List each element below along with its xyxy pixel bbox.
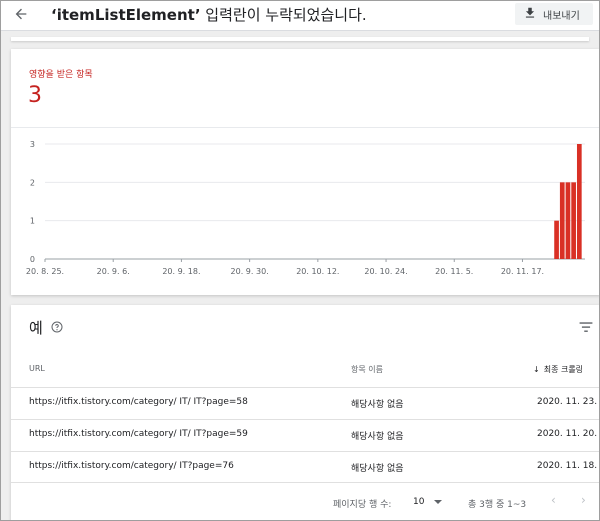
arrow-left-icon[interactable] (13, 6, 29, 22)
x-tick-label: 20. 8. 25. (26, 267, 64, 276)
y-tick-label: 0 (30, 255, 35, 264)
chart-bar (554, 220, 559, 259)
pagination-divider (11, 482, 599, 483)
rows-per-page-select[interactable]: 10 (413, 497, 424, 507)
y-tick-label: 2 (30, 178, 35, 187)
examples-card: 예 URL 항목 이름 ↓ 최종 크롤링 https://itfix.tistor… (11, 305, 599, 520)
table-row[interactable]: https://itfix.tistory.com/category/ IT/ … (11, 387, 599, 418)
affected-items-chart: 0 1 2 3 20. 8. 25. 20. 9. 6. 20. 9. 18. 20. 9. … (26, 140, 585, 276)
row-item-name: 해당사항 없음 (351, 432, 404, 442)
page-title: ‘itemListElement’ 입력란이 누락되었습니다. (51, 4, 367, 25)
x-tick-label: 20. 11. 17. (501, 267, 544, 276)
x-tick-label: 20. 10. 24. (364, 267, 407, 276)
title-field-name: ‘itemListElement’ (51, 6, 201, 24)
x-tick-label: 20. 10. 12. (296, 267, 339, 276)
row-date: 2020. 11. 23. (537, 397, 598, 407)
download-icon (525, 7, 535, 18)
top-bar: ‘itemListElement’ 입력란이 누락되었습니다. 내보내기 (1, 1, 599, 31)
metric-label: 영향을 받은 항목 (29, 70, 93, 80)
help-circle-icon[interactable] (51, 321, 63, 333)
table-row[interactable]: https://itfix.tistory.com/category/ IT?p… (11, 451, 599, 482)
y-tick-label: 3 (30, 140, 35, 149)
pagination-range: 총 3행 중 1~3 (468, 500, 527, 510)
row-item-name: 해당사항 없음 (351, 400, 404, 410)
previous-page-button[interactable]: ‹ (551, 493, 556, 507)
examples-title: 예 (29, 319, 43, 337)
y-tick-label: 1 (30, 217, 35, 226)
chart-bar (571, 182, 576, 259)
filter-icon[interactable] (579, 321, 593, 333)
column-header-item-name[interactable]: 항목 이름 (351, 364, 383, 375)
row-item-name: 해당사항 없음 (351, 464, 404, 474)
row-url: https://itfix.tistory.com/category/ IT/ … (29, 429, 248, 439)
row-date: 2020. 11. 20. (537, 429, 598, 439)
rows-per-page-label: 페이지당 행 수: (333, 500, 392, 510)
chart-card: 영향을 받은 항목 3 0 1 2 3 20. 8. 25. 20. 9. 6. 20. 9… (11, 49, 599, 295)
next-page-button[interactable]: › (581, 493, 586, 507)
metric-value: 3 (28, 83, 42, 108)
row-date: 2020. 11. 18. (537, 461, 598, 471)
app-window: ‘itemListElement’ 입력란이 누락되었습니다. 내보내기 영향을… (0, 0, 600, 521)
export-button-label: 내보내기 (543, 11, 580, 22)
x-tick-label: 20. 11. 5. (435, 267, 473, 276)
sort-arrow-down-icon: ↓ (533, 365, 540, 374)
card-edge (11, 37, 589, 41)
x-tick-label: 20. 9. 6. (97, 267, 130, 276)
chart-bar (565, 182, 571, 259)
column-header-last-crawled[interactable]: ↓ 최종 크롤링 (533, 364, 583, 375)
chart-bar (559, 182, 565, 259)
row-url: https://itfix.tistory.com/category/ IT/ … (29, 397, 248, 407)
row-url: https://itfix.tistory.com/category/ IT?p… (29, 461, 234, 471)
column-header-last-crawled-label: 최종 크롤링 (543, 365, 584, 374)
chart-bar (576, 144, 582, 259)
x-tick-label: 20. 9. 30. (231, 267, 269, 276)
caret-down-icon[interactable] (433, 497, 443, 507)
table-row[interactable]: https://itfix.tistory.com/category/ IT/ … (11, 419, 599, 450)
export-button[interactable]: 내보내기 (515, 3, 593, 25)
title-message: 입력란이 누락되었습니다. (200, 6, 367, 24)
x-tick-label: 20. 9. 18. (162, 267, 200, 276)
column-header-url[interactable]: URL (29, 364, 45, 373)
